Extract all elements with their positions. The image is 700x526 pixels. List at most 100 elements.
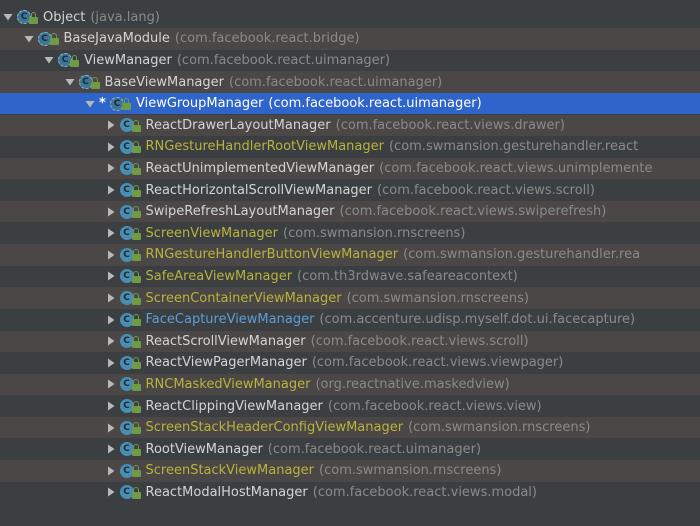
triangle-right-icon[interactable] <box>106 444 116 454</box>
lock-icon <box>131 292 141 305</box>
class-name: RNGestureHandlerButtonViewManager <box>145 247 399 263</box>
lock-icon <box>131 119 141 132</box>
package-name: (com.accenture.udisp.myself.dot.ui.facec… <box>319 312 636 328</box>
triangle-right-icon[interactable] <box>106 293 116 303</box>
lock-icon <box>131 162 141 175</box>
tree-row[interactable]: C ReactModalHostManager (com.facebook.reac… <box>0 482 700 504</box>
lock-icon <box>131 227 141 240</box>
triangle-down-icon[interactable] <box>65 77 75 87</box>
tree-row[interactable]: C ReactViewPagerManager (com.facebook.reac… <box>0 352 700 374</box>
lock-icon <box>131 335 141 348</box>
triangle-right-icon[interactable] <box>106 142 116 152</box>
class-name: SwipeRefreshLayoutManager <box>145 204 335 220</box>
class-name: RootViewManager <box>145 441 263 457</box>
package-name: (com.swmansion.rnscreens) <box>319 463 502 479</box>
lock-icon <box>131 314 141 327</box>
class-name: ReactClippingViewManager <box>145 398 323 414</box>
triangle-right-icon[interactable] <box>106 185 116 195</box>
triangle-right-icon[interactable] <box>106 358 116 368</box>
class-name: RNCMaskedViewManager <box>145 376 311 392</box>
lock-icon <box>131 378 141 391</box>
package-name: (com.facebook.react.uimanager) <box>229 74 443 90</box>
package-name: (com.facebook.react.views.drawer) <box>335 117 565 133</box>
tree-row[interactable]: C ScreenStackViewManager (com.swmansion.rn… <box>0 460 700 482</box>
triangle-right-icon[interactable] <box>106 271 116 281</box>
package-name: (org.reactnative.maskedview) <box>315 376 510 392</box>
package-name: (com.swmansion.rnscreens) <box>408 420 591 436</box>
lock-icon <box>131 465 141 478</box>
package-name: (com.swmansion.gesturehandler.rea <box>403 247 641 263</box>
class-name: ReactViewPagerManager <box>145 355 307 371</box>
lock-icon <box>131 184 141 197</box>
lock-icon <box>29 11 38 24</box>
class-name: ReactUnimplementedViewManager <box>145 160 375 176</box>
package-name: (com.facebook.react.views.view) <box>327 398 542 414</box>
triangle-right-icon[interactable] <box>106 120 116 130</box>
package-name: (com.facebook.react.uimanager) <box>268 96 482 112</box>
triangle-right-icon[interactable] <box>106 315 116 325</box>
triangle-down-icon[interactable] <box>24 34 34 44</box>
tree-row[interactable]: C ViewManager (com.facebook.react.uimanage… <box>0 50 700 72</box>
class-name: ScreenViewManager <box>145 225 279 241</box>
tree-row[interactable]: C FaceCaptureViewManager (com.accenture.ud… <box>0 309 700 331</box>
triangle-right-icon[interactable] <box>106 336 116 346</box>
triangle-right-icon[interactable] <box>106 207 116 217</box>
class-name: ViewManager <box>84 52 172 68</box>
tree-row[interactable]: * C ViewGroupManager (com.facebook.react.ui… <box>0 92 700 115</box>
triangle-down-icon[interactable] <box>3 12 13 22</box>
tree-row[interactable]: C RNCMaskedViewManager (org.reactnative.ma… <box>0 373 700 396</box>
triangle-right-icon[interactable] <box>106 487 116 497</box>
tree-row[interactable]: C ReactUnimplementedViewManager (com.faceb… <box>0 157 700 180</box>
lock-icon <box>131 400 141 413</box>
tree-row[interactable]: C ReactScrollViewManager (com.facebook.rea… <box>0 330 700 353</box>
tree-row[interactable]: C RNGestureHandlerRootViewManager (com.swm… <box>0 136 700 158</box>
lock-icon <box>131 443 141 456</box>
lock-icon <box>131 270 141 283</box>
class-name: ScreenStackHeaderConfigViewManager <box>145 420 404 436</box>
tree-row[interactable]: C ScreenViewManager (com.swmansion.rnscree… <box>0 223 700 245</box>
tree-row[interactable]: C RNGestureHandlerButtonViewManager (com.s… <box>0 244 700 266</box>
tree-row[interactable]: C ReactHorizontalScrollViewManager (com.fa… <box>0 179 700 201</box>
package-name: (com.facebook.react.views.unimplemente <box>379 160 653 176</box>
triangle-right-icon[interactable] <box>106 379 116 389</box>
package-name: (com.facebook.react.uimanager) <box>267 441 482 457</box>
class-name: FaceCaptureViewManager <box>145 312 315 328</box>
tree-row[interactable]: C BaseViewManager (com.facebook.react.uima… <box>0 71 700 93</box>
class-name: ScreenContainerViewManager <box>145 290 342 306</box>
tree-row[interactable]: C ReactClippingViewManager (com.facebook.r… <box>0 395 700 417</box>
focus-marker: * <box>99 96 106 112</box>
type-hierarchy-tree: C Object (java.lang) C BaseJavaModule (com.fa… <box>0 0 700 526</box>
triangle-right-icon[interactable] <box>106 228 116 238</box>
tree-row[interactable]: C ScreenContainerViewManager (com.swmansio… <box>0 287 700 309</box>
class-name: SafeAreaViewManager <box>145 268 293 284</box>
package-name: (com.facebook.react.uimanager) <box>176 52 391 68</box>
package-name: (com.swmansion.gesturehandler.react <box>388 139 639 155</box>
class-name: BaseJavaModule <box>63 31 170 47</box>
triangle-down-icon[interactable] <box>44 55 54 65</box>
triangle-right-icon[interactable] <box>106 401 116 411</box>
tree-row[interactable]: C ScreenStackHeaderConfigViewManager (com.… <box>0 416 700 439</box>
triangle-down-icon[interactable] <box>85 99 95 109</box>
triangle-right-icon[interactable] <box>106 163 116 173</box>
class-name: Object <box>43 9 86 25</box>
tree-row[interactable]: C Object (java.lang) <box>0 7 700 29</box>
tree-row[interactable]: C ReactDrawerLayoutManager (com.facebook.r… <box>0 114 700 137</box>
class-name: RNGestureHandlerRootViewManager <box>145 139 384 155</box>
tree-row[interactable]: C SafeAreaViewManager (com.th3rdwave.safea… <box>0 266 700 288</box>
class-name: ReactDrawerLayoutManager <box>145 117 331 133</box>
tree-row[interactable]: C BaseJavaModule (com.facebook.react.bridg… <box>0 28 700 50</box>
package-name: (com.facebook.react.bridge) <box>174 31 360 47</box>
triangle-right-icon[interactable] <box>106 250 116 260</box>
package-name: (com.th3rdwave.safeareacontext) <box>297 268 518 284</box>
package-name: (com.swmansion.rnscreens) <box>346 290 529 306</box>
class-name: ReactModalHostManager <box>145 484 308 500</box>
class-name: ReactScrollViewManager <box>145 333 306 349</box>
triangle-right-icon[interactable] <box>106 423 116 433</box>
lock-icon <box>131 206 141 219</box>
tree-row[interactable]: C RootViewManager (com.facebook.react.uima… <box>0 439 700 461</box>
package-name: (java.lang) <box>90 9 160 25</box>
tree-row[interactable]: C SwipeRefreshLayoutManager (com.facebook.… <box>0 200 700 223</box>
triangle-right-icon[interactable] <box>106 466 116 476</box>
lock-icon <box>131 357 141 370</box>
lock-icon <box>90 76 100 89</box>
